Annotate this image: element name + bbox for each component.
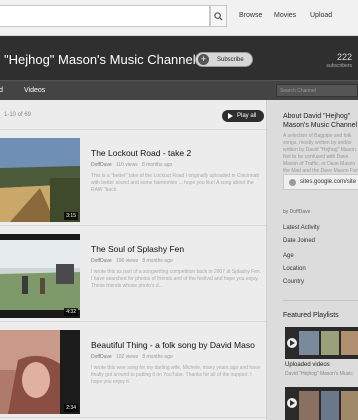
video-title[interactable]: The Soul of Splashy Fen (91, 244, 184, 254)
search-button[interactable] (210, 5, 227, 27)
playlist-image (285, 327, 358, 359)
video-thumbnail[interactable]: 3:15 (0, 138, 80, 222)
video-duration: 2:34 (64, 404, 78, 412)
stat-age: Age (283, 253, 294, 259)
playlist-thumbnail[interactable] (285, 387, 358, 420)
stat-country: Country (283, 279, 305, 285)
search-input[interactable] (0, 5, 210, 27)
playlist-owner: David "Hejhog" Mason's Music (285, 371, 353, 377)
globe-icon (289, 178, 296, 186)
playlist-title[interactable]: Uploaded videos (285, 362, 330, 368)
video-uploader[interactable]: DoffDave (91, 354, 112, 360)
subscribe-button[interactable]: + Subscribe (195, 52, 253, 67)
playlist-image (285, 387, 358, 420)
channel-search-input[interactable]: Search Channel (276, 84, 358, 97)
stat-latest-activity: Latest Activity (283, 225, 320, 231)
video-description: I wrote this as part of a songwriting co… (91, 269, 262, 289)
subscriber-label: subscribers (326, 63, 352, 69)
website-link[interactable]: sites.google.com/site (283, 174, 358, 190)
movies-link[interactable]: Movies (274, 12, 296, 19)
about-heading: About David "Hejhog" Mason's Music Chann… (283, 113, 358, 129)
video-thumbnail[interactable]: 4:32 (0, 234, 80, 318)
channel-sidebar: About David "Hejhog" Mason's Music Chann… (266, 100, 358, 420)
search-icon (214, 11, 223, 21)
channel-nav: d Videos Search Channel (0, 80, 358, 100)
video-title[interactable]: Beautiful Thing - a folk song by David M… (91, 340, 255, 350)
website-label: sites.google.com/site (300, 179, 357, 185)
thumbnail-image (0, 330, 80, 414)
list-header: 1-10 of 69 Play all (0, 100, 266, 130)
video-age: 8 months ago (141, 162, 173, 168)
video-uploader[interactable]: DoffDave (91, 258, 112, 264)
stat-date-joined: Date Joined (283, 238, 316, 244)
by-user[interactable]: by DoffDave (283, 209, 310, 215)
tab-partial[interactable]: d (0, 87, 3, 94)
video-description: I wrote this wee song for my darling wif… (91, 365, 261, 385)
video-item[interactable]: 4:32 The Soul of Splashy Fen DoffDave 19… (0, 226, 266, 322)
video-age: 8 months ago (142, 258, 173, 264)
stat-location: Location (283, 266, 306, 272)
video-description: This is a "better" take of the Lockout R… (91, 173, 259, 193)
play-icon (228, 113, 233, 119)
playlist-thumbnail[interactable] (285, 327, 358, 359)
browse-link[interactable]: Browse (239, 12, 262, 19)
top-bar: Browse Movies Upload (0, 0, 358, 36)
video-duration: 4:32 (64, 308, 78, 316)
video-item[interactable]: 2:34 Beautiful Thing - a folk song by Da… (0, 322, 266, 418)
video-views: 196 views (115, 258, 139, 264)
video-list: 1-10 of 69 Play all 3:15 The Lockout Roa… (0, 100, 266, 420)
video-age: 8 months ago (142, 354, 173, 360)
video-meta: DoffDave 102 views 8 months ago (91, 354, 173, 360)
video-title[interactable]: The Lockout Road - take 2 (91, 148, 191, 158)
plus-icon: + (198, 54, 209, 65)
play-all-button[interactable]: Play all (222, 110, 264, 122)
subscribe-label: Subscribe (217, 56, 244, 63)
thumbnail-image (0, 138, 80, 222)
video-uploader[interactable]: DoffDave (91, 162, 112, 168)
upload-link[interactable]: Upload (310, 12, 332, 19)
channel-title: "Hejhog" Mason's Music Channel (4, 52, 196, 67)
video-meta: DoffDave 196 views 8 months ago (91, 258, 173, 264)
tab-videos[interactable]: Videos (24, 87, 45, 94)
video-duration: 3:15 (64, 212, 78, 220)
thumbnail-image (0, 234, 80, 318)
video-views: 110 views (115, 162, 138, 168)
featured-heading: Featured Playlists (283, 312, 339, 319)
divider (283, 300, 358, 301)
video-views: 102 views (115, 354, 139, 360)
video-item[interactable]: 3:15 The Lockout Road - take 2 DoffDave … (0, 130, 266, 226)
video-thumbnail[interactable]: 2:34 (0, 330, 80, 414)
channel-header: "Hejhog" Mason's Music Channel + Subscri… (0, 36, 358, 80)
subscriber-count: 222 (336, 52, 352, 62)
video-meta: DoffDave 110 views 8 months ago (91, 162, 172, 168)
page-count: 1-10 of 69 (4, 112, 32, 118)
play-all-label: Play all (237, 113, 257, 119)
